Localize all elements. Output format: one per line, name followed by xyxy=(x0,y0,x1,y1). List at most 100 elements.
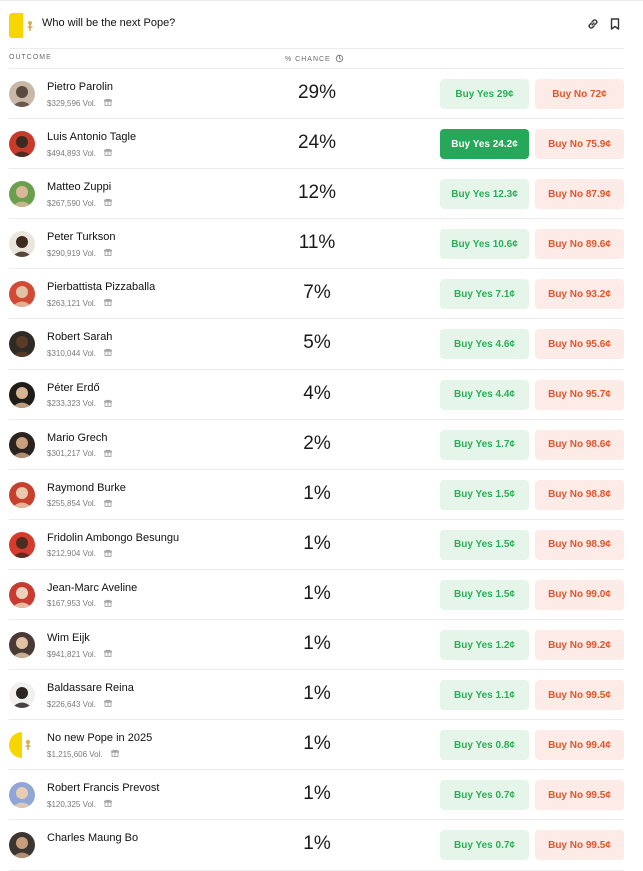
outcome-name[interactable]: Robert Sarah xyxy=(47,331,112,343)
outcome-name[interactable]: Wim Eijk xyxy=(47,632,90,644)
outcome-name[interactable]: Fridolin Ambongo Besungu xyxy=(47,532,179,544)
outcome-row[interactable]: Robert Sarah $310,044 Vol. 5% Buy Yes 4.6¢ B… xyxy=(9,319,624,370)
avatar xyxy=(9,231,35,258)
chance-value: 1% xyxy=(303,482,331,504)
outcome-row[interactable]: Pierbattista Pizzaballa $263,121 Vol. 7% Bu… xyxy=(9,269,624,320)
buy-no-button[interactable]: Buy No 75.9¢ xyxy=(535,129,624,160)
outcome-row[interactable]: Pietro Parolin $329,596 Vol. 29% Buy Yes 29… xyxy=(9,69,624,120)
buy-no-button[interactable]: Buy No 95.6¢ xyxy=(535,329,624,360)
gift-icon[interactable] xyxy=(104,699,112,709)
volume-text: $120,325 Vol. xyxy=(47,799,96,809)
outcome-name[interactable]: Peter Turkson xyxy=(47,231,115,243)
buy-no-button[interactable]: Buy No 99.4¢ xyxy=(535,730,624,761)
buy-no-button[interactable]: Buy No 99.2¢ xyxy=(535,630,624,661)
gift-icon[interactable] xyxy=(104,449,112,459)
bookmark-icon[interactable] xyxy=(608,17,622,31)
volume-text: $267,590 Vol. xyxy=(47,198,96,208)
buy-yes-button[interactable]: Buy Yes 10.6¢ xyxy=(440,229,529,260)
outcome-name[interactable]: Baldassare Reina xyxy=(47,682,134,694)
volume-text: $1,215,606 Vol. xyxy=(47,749,103,759)
outcome-name[interactable]: Charles Maung Bo xyxy=(47,832,138,844)
gift-icon[interactable] xyxy=(104,248,112,258)
buy-no-button[interactable]: Buy No 93.2¢ xyxy=(535,279,624,310)
outcome-row[interactable]: Baldassare Reina $226,643 Vol. 1% Buy Yes 1… xyxy=(9,670,624,721)
outcome-row[interactable]: Matteo Zuppi $267,590 Vol. 12% Buy Yes 12.3… xyxy=(9,169,624,220)
buy-no-button[interactable]: Buy No 99.5¢ xyxy=(535,780,624,811)
buy-no-button[interactable]: Buy No 89.6¢ xyxy=(535,229,624,260)
outcome-name[interactable]: No new Pope in 2025 xyxy=(47,732,152,744)
buy-yes-button[interactable]: Buy Yes 12.3¢ xyxy=(440,179,529,210)
outcome-name[interactable]: Mario Grech xyxy=(47,432,108,444)
buy-no-button[interactable]: Buy No 99.5¢ xyxy=(535,830,624,861)
refresh-icon[interactable] xyxy=(335,54,344,65)
gift-icon[interactable] xyxy=(104,98,112,108)
chance-value: 2% xyxy=(303,432,331,454)
outcome-name[interactable]: Pietro Parolin xyxy=(47,81,113,93)
outcome-row[interactable]: Peter Turkson $290,919 Vol. 11% Buy Yes 10.… xyxy=(9,219,624,270)
buy-no-button[interactable]: Buy No 98.9¢ xyxy=(535,529,624,560)
avatar xyxy=(9,381,35,408)
buy-no-button[interactable]: Buy No 87.9¢ xyxy=(535,179,624,210)
volume-info: $212,904 Vol. xyxy=(47,549,112,559)
gift-icon[interactable] xyxy=(104,198,112,208)
buy-yes-button[interactable]: Buy Yes 1.1¢ xyxy=(440,680,529,711)
outcome-name[interactable]: Robert Francis Prevost xyxy=(47,782,159,794)
gift-icon[interactable] xyxy=(104,148,112,158)
gift-icon[interactable] xyxy=(104,799,112,809)
outcome-name[interactable]: Jean-Marc Aveline xyxy=(47,582,137,594)
buy-no-button[interactable]: Buy No 99.5¢ xyxy=(535,680,624,711)
buy-yes-button[interactable]: Buy Yes 0.7¢ xyxy=(440,830,529,861)
outcome-name[interactable]: Péter Erdő xyxy=(47,382,100,394)
outcome-row[interactable]: No new Pope in 2025 $1,215,606 Vol. 1% Buy … xyxy=(9,720,624,771)
buy-yes-button[interactable]: Buy Yes 29¢ xyxy=(440,79,529,109)
volume-text: $263,121 Vol. xyxy=(47,298,96,308)
buy-yes-button[interactable]: Buy Yes 1.2¢ xyxy=(440,630,529,661)
gift-icon[interactable] xyxy=(104,649,112,659)
buy-yes-button[interactable]: Buy Yes 24.2¢ xyxy=(440,129,529,160)
gift-icon[interactable] xyxy=(104,348,112,358)
buy-yes-button[interactable]: Buy Yes 4.6¢ xyxy=(440,329,529,360)
chance-value: 11% xyxy=(298,232,336,254)
outcome-row[interactable]: Mario Grech $301,217 Vol. 2% Buy Yes 1.7¢ Bu… xyxy=(9,420,624,470)
volume-info: $301,217 Vol. xyxy=(47,449,112,459)
gift-icon[interactable] xyxy=(104,499,112,509)
volume-info: $167,953 Vol. xyxy=(47,599,112,609)
outcome-row[interactable]: Péter Erdő $233,323 Vol. 4% Buy Yes 4.4¢ Buy… xyxy=(9,370,624,420)
buy-yes-button[interactable]: Buy Yes 4.4¢ xyxy=(440,379,529,410)
volume-text: $494,893 Vol. xyxy=(47,148,96,158)
buy-no-button[interactable]: Buy No 72¢ xyxy=(535,79,624,109)
gift-icon[interactable] xyxy=(104,399,112,409)
buy-yes-button[interactable]: Buy Yes 7.1¢ xyxy=(440,279,529,310)
gift-icon[interactable] xyxy=(104,298,112,308)
volume-info: $290,919 Vol. xyxy=(47,248,112,258)
buy-yes-button[interactable]: Buy Yes 1.7¢ xyxy=(440,429,529,460)
outcome-row[interactable]: Robert Francis Prevost $120,325 Vol. 1% Buy… xyxy=(9,770,624,821)
outcome-row[interactable]: Raymond Burke $255,854 Vol. 1% Buy Yes 1.5¢… xyxy=(9,470,624,520)
avatar xyxy=(9,581,35,608)
avatar xyxy=(9,331,35,358)
buy-no-button[interactable]: Buy No 95.7¢ xyxy=(535,379,624,410)
outcome-row[interactable]: Fridolin Ambongo Besungu $212,904 Vol. 1% B… xyxy=(9,520,624,570)
buy-no-button[interactable]: Buy No 99.0¢ xyxy=(535,579,624,610)
gift-icon[interactable] xyxy=(104,599,112,609)
outcome-name[interactable]: Matteo Zuppi xyxy=(47,181,111,193)
gift-icon[interactable] xyxy=(104,549,112,559)
link-icon[interactable] xyxy=(586,17,600,31)
outcome-row[interactable]: Wim Eijk $941,821 Vol. 1% Buy Yes 1.2¢ Buy N… xyxy=(9,620,624,671)
gift-icon[interactable] xyxy=(110,749,119,759)
outcome-row[interactable]: Jean-Marc Aveline $167,953 Vol. 1% Buy Yes … xyxy=(9,570,624,621)
outcome-name[interactable]: Pierbattista Pizzaballa xyxy=(47,281,155,293)
buy-yes-button[interactable]: Buy Yes 1.5¢ xyxy=(440,529,529,560)
buy-yes-button[interactable]: Buy Yes 0.7¢ xyxy=(440,780,529,811)
buy-yes-button[interactable]: Buy Yes 1.5¢ xyxy=(440,579,529,610)
buy-no-button[interactable]: Buy No 98.8¢ xyxy=(535,479,624,510)
buy-yes-button[interactable]: Buy Yes 0.8¢ xyxy=(440,730,529,761)
buy-yes-button[interactable]: Buy Yes 1.5¢ xyxy=(440,479,529,510)
outcome-row[interactable]: Luis Antonio Tagle $494,893 Vol. 24% Buy Ye… xyxy=(9,119,624,170)
volume-info: $120,325 Vol. xyxy=(47,799,112,809)
outcome-name[interactable]: Luis Antonio Tagle xyxy=(47,131,136,143)
outcome-row[interactable]: Charles Maung Bo 1% Buy Yes 0.7¢ Buy No 99.… xyxy=(9,820,624,871)
buy-no-button[interactable]: Buy No 98.6¢ xyxy=(535,429,624,460)
outcome-name[interactable]: Raymond Burke xyxy=(47,482,126,494)
volume-info: $941,821 Vol. xyxy=(47,649,112,659)
